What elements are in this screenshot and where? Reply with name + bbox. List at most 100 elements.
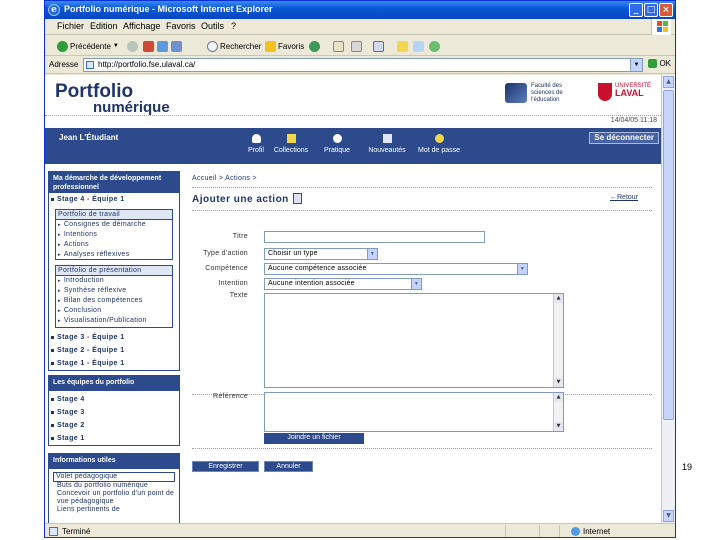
mail-button[interactable] — [333, 39, 344, 53]
scroll-up-icon[interactable]: ▲ — [663, 76, 674, 88]
sidebar-item-stage3[interactable]: Stage 3 - Équipe 1 — [51, 334, 125, 341]
research-icon — [413, 40, 424, 52]
sidebar-item-visualisation[interactable]: Visualisation/Publication — [56, 316, 172, 326]
scroll-up-icon[interactable]: ▲ — [554, 294, 563, 303]
nav-pratique-label: Pratique — [323, 147, 351, 154]
save-button[interactable]: Enregistrer — [192, 461, 259, 472]
portfolio-presentation-header[interactable]: Portfolio de présentation — [56, 266, 172, 276]
menu-outils[interactable]: Outils — [201, 21, 224, 31]
intention-label: Intention — [218, 280, 248, 287]
scroll-down-icon[interactable]: ▼ — [554, 422, 563, 431]
go-arrow-icon — [648, 59, 658, 68]
menu-edition[interactable]: Edition — [90, 21, 118, 31]
sidebar-item-introduction[interactable]: Introduction — [56, 276, 172, 286]
scroll-down-icon[interactable]: ▼ — [554, 378, 563, 387]
sidebar-item-conclusion[interactable]: Conclusion — [56, 306, 172, 316]
profile-icon — [251, 134, 261, 143]
sidebar-item-stage2[interactable]: Stage 2 - Équipe 1 — [51, 347, 125, 354]
nav-mot-de-passe[interactable]: Mot de passe — [411, 134, 467, 154]
sidebar-item-bilan[interactable]: Bilan des compétences — [56, 296, 172, 306]
sidebar-item-synthese[interactable]: Synthèse réflexive — [56, 286, 172, 296]
nav-mot-de-passe-label: Mot de passe — [417, 147, 461, 154]
equipe-stage4[interactable]: Stage 4 — [51, 396, 85, 403]
menu-bar: Fichier Edition Affichage Favoris Outils… — [45, 19, 675, 35]
refresh-icon — [157, 40, 168, 52]
breadcrumb[interactable]: Accueil > Actions > — [192, 175, 257, 182]
sidebar-equipes-header: Les équipes du portfolio — [48, 375, 180, 391]
infos-volet[interactable]: Volet pédagogique — [53, 472, 175, 482]
back-link[interactable]: Retour — [610, 194, 638, 201]
stop-button[interactable] — [143, 39, 154, 53]
favorites-label: Favoris — [278, 41, 305, 51]
sidebar-item-stage1[interactable]: Stage 1 - Équipe 1 — [51, 360, 125, 367]
sidebar-item-intentions[interactable]: Intentions — [56, 230, 172, 240]
faculty-name: Faculté des sciences de l'éducation — [531, 83, 563, 103]
equipe-stage3[interactable]: Stage 3 — [51, 409, 85, 416]
sidebar-item-stage4[interactable]: Stage 4 - Équipe 1 — [51, 196, 125, 203]
page-scrollbar[interactable]: ▲ ▼ — [661, 75, 675, 523]
sidebar-item-analyses[interactable]: Analyses réflexives — [56, 250, 172, 260]
sidebar-item-consignes[interactable]: Consignes de démarche — [56, 220, 172, 230]
go-button[interactable]: OK — [648, 59, 671, 68]
refresh-button[interactable] — [157, 39, 168, 53]
page-done-icon — [49, 527, 58, 536]
back-button[interactable]: Précédente ▼ — [57, 39, 119, 53]
nav-nouveautes[interactable]: Nouveautés — [359, 134, 415, 154]
edit-button[interactable] — [373, 39, 384, 53]
equipe-stage2[interactable]: Stage 2 — [51, 422, 85, 429]
key-icon — [434, 134, 444, 143]
cancel-button[interactable]: Annuler — [264, 461, 313, 472]
address-input[interactable]: http://portfolio.fse.ulaval.ca/ ▼ — [83, 58, 643, 72]
discuss-button[interactable] — [397, 39, 408, 53]
titre-input[interactable] — [264, 231, 485, 243]
home-button[interactable] — [171, 39, 182, 53]
forward-button[interactable] — [127, 39, 138, 53]
menu-help[interactable]: ? — [231, 21, 236, 31]
type-select[interactable]: Choisir un type ▼ — [264, 248, 378, 260]
attach-file-button[interactable]: Joindre un fichier — [264, 433, 364, 444]
favorites-button[interactable]: Favoris — [265, 39, 304, 53]
logout-button[interactable]: Se déconnecter — [589, 132, 659, 144]
dotted-divider — [192, 448, 652, 449]
reference-textarea[interactable]: ▲ ▼ — [264, 392, 564, 432]
close-button[interactable]: × — [659, 3, 673, 17]
menu-affichage[interactable]: Affichage — [123, 21, 160, 31]
history-button[interactable] — [309, 39, 320, 53]
news-icon — [382, 134, 392, 143]
infos-buts[interactable]: Buts du portfolio numérique — [53, 482, 175, 490]
equipe-label: Stage 1 — [57, 435, 85, 442]
competence-select[interactable]: Aucune compétence associée ▼ — [264, 263, 528, 275]
dotted-divider — [192, 210, 652, 211]
messenger-button[interactable] — [429, 39, 440, 53]
infos-liens[interactable]: Liens pertinents de — [53, 506, 175, 514]
equipe-stage1[interactable]: Stage 1 — [51, 435, 85, 442]
portfolio-travail-header[interactable]: Portfolio de travail — [56, 210, 172, 220]
search-icon — [207, 40, 218, 52]
print-icon — [351, 40, 362, 52]
print-button[interactable] — [351, 39, 362, 53]
maximize-button[interactable]: □ — [644, 3, 658, 17]
texte-textarea[interactable]: ▲ ▼ — [264, 293, 564, 388]
scroll-up-icon[interactable]: ▲ — [554, 393, 563, 402]
slide-number: 19 — [682, 462, 693, 472]
chevron-down-icon[interactable]: ▼ — [630, 59, 642, 71]
nav-pratique[interactable]: Pratique — [309, 134, 365, 154]
infos-concevoir[interactable]: Concevoir un portfolio d'un point de vue… — [53, 490, 175, 506]
scroll-down-icon[interactable]: ▼ — [663, 510, 674, 522]
minimize-button[interactable]: _ — [629, 3, 643, 17]
forward-arrow-icon — [127, 40, 138, 52]
search-button[interactable]: Rechercher — [207, 39, 261, 53]
status-divider — [505, 525, 506, 537]
windows-flag-icon — [651, 19, 671, 35]
sidebar-item-label: Stage 3 - Équipe 1 — [57, 334, 125, 341]
competence-value: Aucune compétence associée — [268, 265, 367, 272]
textarea-scrollbar[interactable]: ▲ ▼ — [553, 294, 563, 387]
scroll-thumb[interactable] — [663, 90, 674, 420]
menu-fichier[interactable]: Fichier — [57, 21, 84, 31]
menu-favoris[interactable]: Favoris — [166, 21, 196, 31]
intention-select[interactable]: Aucune intention associée ▼ — [264, 278, 422, 290]
textarea-scrollbar[interactable]: ▲ ▼ — [553, 393, 563, 431]
address-bar: Adresse http://portfolio.fse.ulaval.ca/ … — [45, 57, 675, 74]
sidebar-item-actions[interactable]: Actions — [56, 240, 172, 250]
research-button[interactable] — [413, 39, 424, 53]
